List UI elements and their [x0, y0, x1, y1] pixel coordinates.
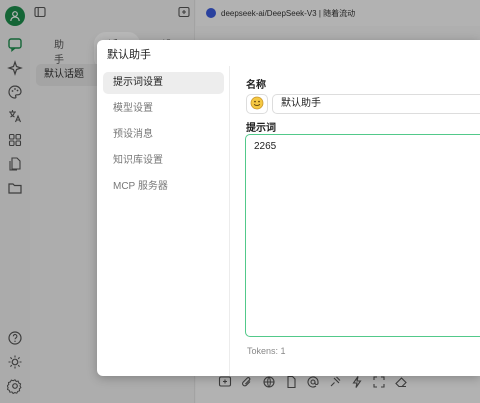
assistant-name-input[interactable]: 默认助手: [272, 94, 480, 114]
menu-item-mcp-servers[interactable]: MCP 服务器: [103, 176, 224, 198]
dialog-title: 默认助手: [107, 49, 151, 61]
menu-item-preset-messages[interactable]: 预设消息: [103, 124, 224, 146]
menu-item-prompt-settings[interactable]: 提示词设置: [103, 72, 224, 94]
settings-menu: 提示词设置 模型设置 预设消息 知识库设置 MCP 服务器: [97, 66, 230, 376]
menu-item-knowledge-base[interactable]: 知识库设置: [103, 150, 224, 172]
emoji-picker-button[interactable]: [246, 94, 268, 114]
name-label: 名称: [246, 80, 266, 91]
menu-item-model-settings[interactable]: 模型设置: [103, 98, 224, 120]
prompt-textarea[interactable]: 2265: [245, 134, 480, 337]
prompt-label: 提示词: [246, 123, 276, 134]
smiley-face-icon: [250, 96, 264, 113]
token-count: Tokens: 1: [247, 346, 286, 356]
